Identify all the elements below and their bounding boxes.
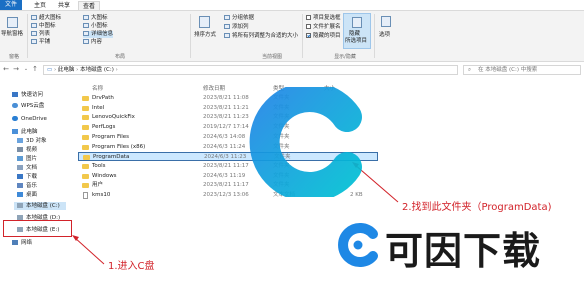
watermark-brand-icon (338, 223, 378, 267)
arrow-line-1 (73, 236, 105, 265)
watermark-text: 可因下载 (385, 229, 542, 273)
annotation-step-2: 2.找到此文件夹（ProgramData) (402, 202, 552, 213)
annotation-step-1: 1.进入C盘 (108, 261, 155, 272)
watermark-c-logo (249, 87, 362, 197)
